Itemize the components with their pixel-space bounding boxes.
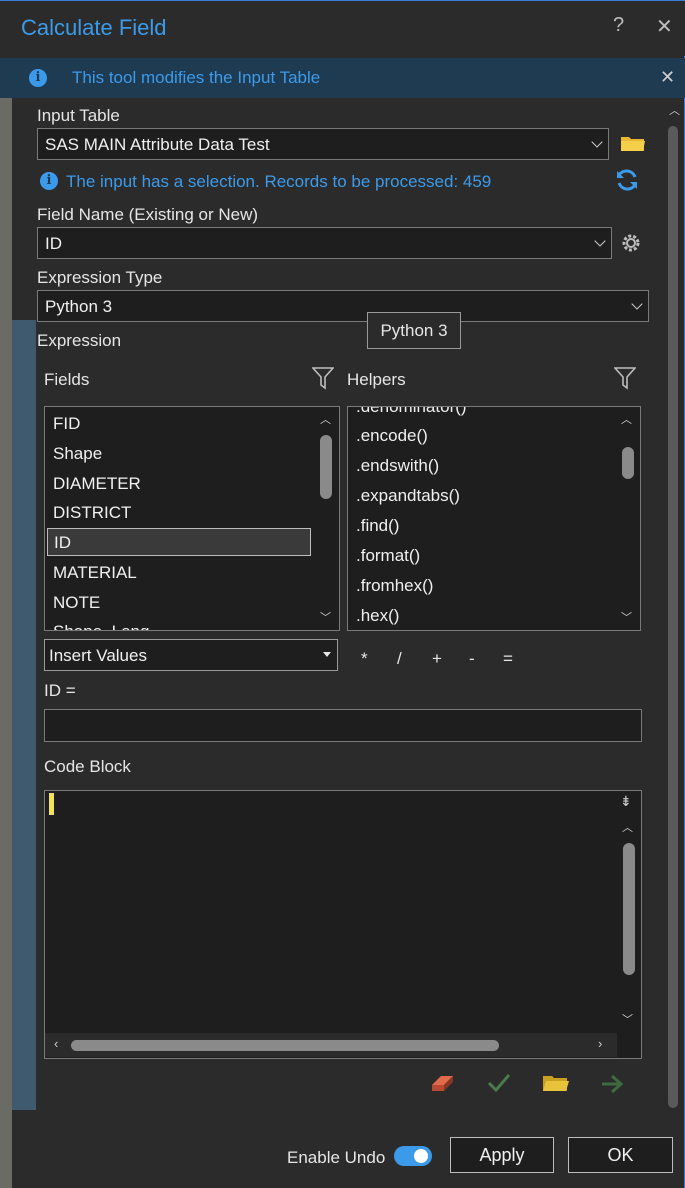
close-button[interactable]: ✕ bbox=[656, 14, 673, 39]
text-cursor bbox=[49, 793, 54, 815]
help-button[interactable]: ? bbox=[613, 14, 624, 37]
operator-divide-button[interactable]: / bbox=[397, 649, 402, 669]
chevron-down-icon bbox=[591, 136, 603, 148]
scroll-down-icon[interactable]: ﹀ bbox=[622, 1011, 633, 1027]
window-title: Calculate Field bbox=[21, 15, 167, 40]
gear-icon[interactable] bbox=[618, 230, 644, 261]
check-icon[interactable] bbox=[487, 1072, 511, 1099]
info-icon: i bbox=[29, 69, 47, 87]
field-name-dropdown[interactable]: ID bbox=[37, 227, 612, 259]
list-item[interactable]: .format() bbox=[356, 542, 420, 570]
scroll-down-icon[interactable]: ﹀ bbox=[320, 609, 331, 625]
operator-plus-button[interactable]: + bbox=[432, 649, 442, 669]
insert-values-dropdown[interactable]: Insert Values bbox=[44, 639, 338, 671]
filter-icon[interactable] bbox=[613, 366, 637, 395]
input-table-value: SAS MAIN Attribute Data Test bbox=[45, 135, 270, 154]
list-item[interactable]: NOTE bbox=[53, 589, 100, 617]
scroll-up-icon[interactable]: ︿ bbox=[621, 411, 632, 427]
fields-list[interactable]: FID Shape DIAMETER DISTRICT ID MATERIAL … bbox=[44, 406, 340, 631]
scroll-up-icon[interactable]: ︿ bbox=[669, 102, 680, 118]
code-block-label: Code Block bbox=[44, 757, 131, 776]
operator-minus-button[interactable]: - bbox=[469, 649, 475, 669]
expand-icon[interactable]: ⇟ bbox=[620, 793, 632, 810]
scroll-up-icon[interactable]: ︿ bbox=[320, 411, 331, 427]
code-scrollbar-thumb[interactable] bbox=[623, 843, 635, 975]
expression-field-label: ID = bbox=[44, 681, 76, 700]
list-item[interactable]: .encode() bbox=[356, 422, 428, 450]
enable-undo-label: Enable Undo bbox=[287, 1148, 386, 1167]
expression-type-dropdown[interactable]: Python 3 bbox=[37, 290, 649, 322]
filter-icon[interactable] bbox=[311, 366, 335, 395]
expression-type-value: Python 3 bbox=[45, 297, 113, 316]
list-item[interactable]: Shape_Leng bbox=[53, 618, 149, 630]
code-horizontal-scrollbar[interactable]: ‹ › bbox=[45, 1033, 617, 1057]
helpers-scrollbar[interactable]: ︿ ﹀ bbox=[616, 407, 640, 630]
list-item[interactable]: .denominator() bbox=[356, 407, 467, 421]
input-table-dropdown[interactable]: SAS MAIN Attribute Data Test bbox=[37, 128, 609, 160]
enable-undo-toggle[interactable] bbox=[394, 1146, 432, 1166]
field-name-value: ID bbox=[45, 234, 62, 253]
scroll-down-icon[interactable]: ﹀ bbox=[621, 609, 632, 625]
toggle-knob bbox=[414, 1149, 428, 1163]
list-item[interactable]: .hex() bbox=[356, 602, 399, 630]
folder-icon[interactable] bbox=[620, 133, 646, 158]
helpers-label: Helpers bbox=[347, 370, 406, 389]
chevron-down-icon bbox=[631, 298, 643, 310]
fields-scrollbar-thumb[interactable] bbox=[320, 435, 332, 499]
list-item[interactable]: .expandtabs() bbox=[356, 482, 460, 510]
background-map-strip-blue bbox=[12, 320, 36, 1110]
chevron-down-icon bbox=[594, 235, 606, 247]
folder-open-icon[interactable] bbox=[542, 1073, 570, 1098]
expression-input[interactable] bbox=[44, 709, 642, 742]
background-map-strip bbox=[0, 98, 12, 1188]
apply-button[interactable]: Apply bbox=[450, 1137, 554, 1173]
helpers-scrollbar-thumb[interactable] bbox=[622, 447, 634, 479]
fields-label: Fields bbox=[44, 370, 90, 389]
list-item[interactable]: MATERIAL bbox=[53, 559, 137, 587]
list-item-selected[interactable]: ID bbox=[47, 528, 311, 556]
caret-down-icon bbox=[323, 652, 331, 657]
list-item[interactable]: Shape bbox=[53, 440, 102, 468]
pane-scrollbar-thumb[interactable] bbox=[668, 126, 678, 1108]
expression-type-tooltip: Python 3 bbox=[367, 312, 461, 349]
field-name-label: Field Name (Existing or New) bbox=[37, 205, 259, 224]
fields-scrollbar[interactable]: ︿ ﹀ bbox=[315, 407, 339, 630]
eraser-icon[interactable] bbox=[429, 1071, 457, 1100]
selection-info-icon: i bbox=[40, 172, 58, 190]
code-block-editor[interactable]: ⇟ ︿ ﹀ ‹ › bbox=[44, 790, 642, 1059]
code-hscroll-thumb[interactable] bbox=[71, 1040, 499, 1051]
list-item[interactable]: .find() bbox=[356, 512, 399, 540]
scroll-right-icon[interactable]: › bbox=[598, 1036, 602, 1051]
scroll-left-icon[interactable]: ‹ bbox=[54, 1036, 58, 1051]
expression-type-label: Expression Type bbox=[37, 268, 163, 287]
code-vertical-scrollbar[interactable]: ⇟ ︿ ﹀ bbox=[617, 791, 641, 1031]
insert-values-label: Insert Values bbox=[49, 646, 147, 665]
operator-equals-button[interactable]: = bbox=[503, 649, 513, 669]
ok-button[interactable]: OK bbox=[568, 1137, 673, 1173]
operator-multiply-button[interactable]: * bbox=[361, 649, 368, 669]
list-item[interactable]: FID bbox=[53, 410, 80, 438]
pane-scrollbar[interactable]: ︿ bbox=[666, 100, 682, 1115]
list-item[interactable]: .endswith() bbox=[356, 452, 439, 480]
info-message: This tool modifies the Input Table bbox=[72, 68, 321, 87]
dismiss-info-button[interactable]: ✕ bbox=[660, 67, 675, 88]
run-arrow-icon[interactable] bbox=[600, 1073, 626, 1100]
list-item[interactable]: .fromhex() bbox=[356, 572, 433, 600]
input-table-label: Input Table bbox=[37, 106, 120, 125]
expression-label: Expression bbox=[37, 331, 122, 350]
selection-note: The input has a selection. Records to be… bbox=[66, 172, 492, 191]
helpers-list[interactable]: .denominator() .encode() .endswith() .ex… bbox=[347, 406, 641, 631]
refresh-icon[interactable] bbox=[614, 167, 640, 198]
list-item[interactable]: DISTRICT bbox=[53, 499, 131, 527]
list-item[interactable]: DIAMETER bbox=[53, 470, 141, 498]
scroll-up-icon[interactable]: ︿ bbox=[622, 819, 633, 835]
